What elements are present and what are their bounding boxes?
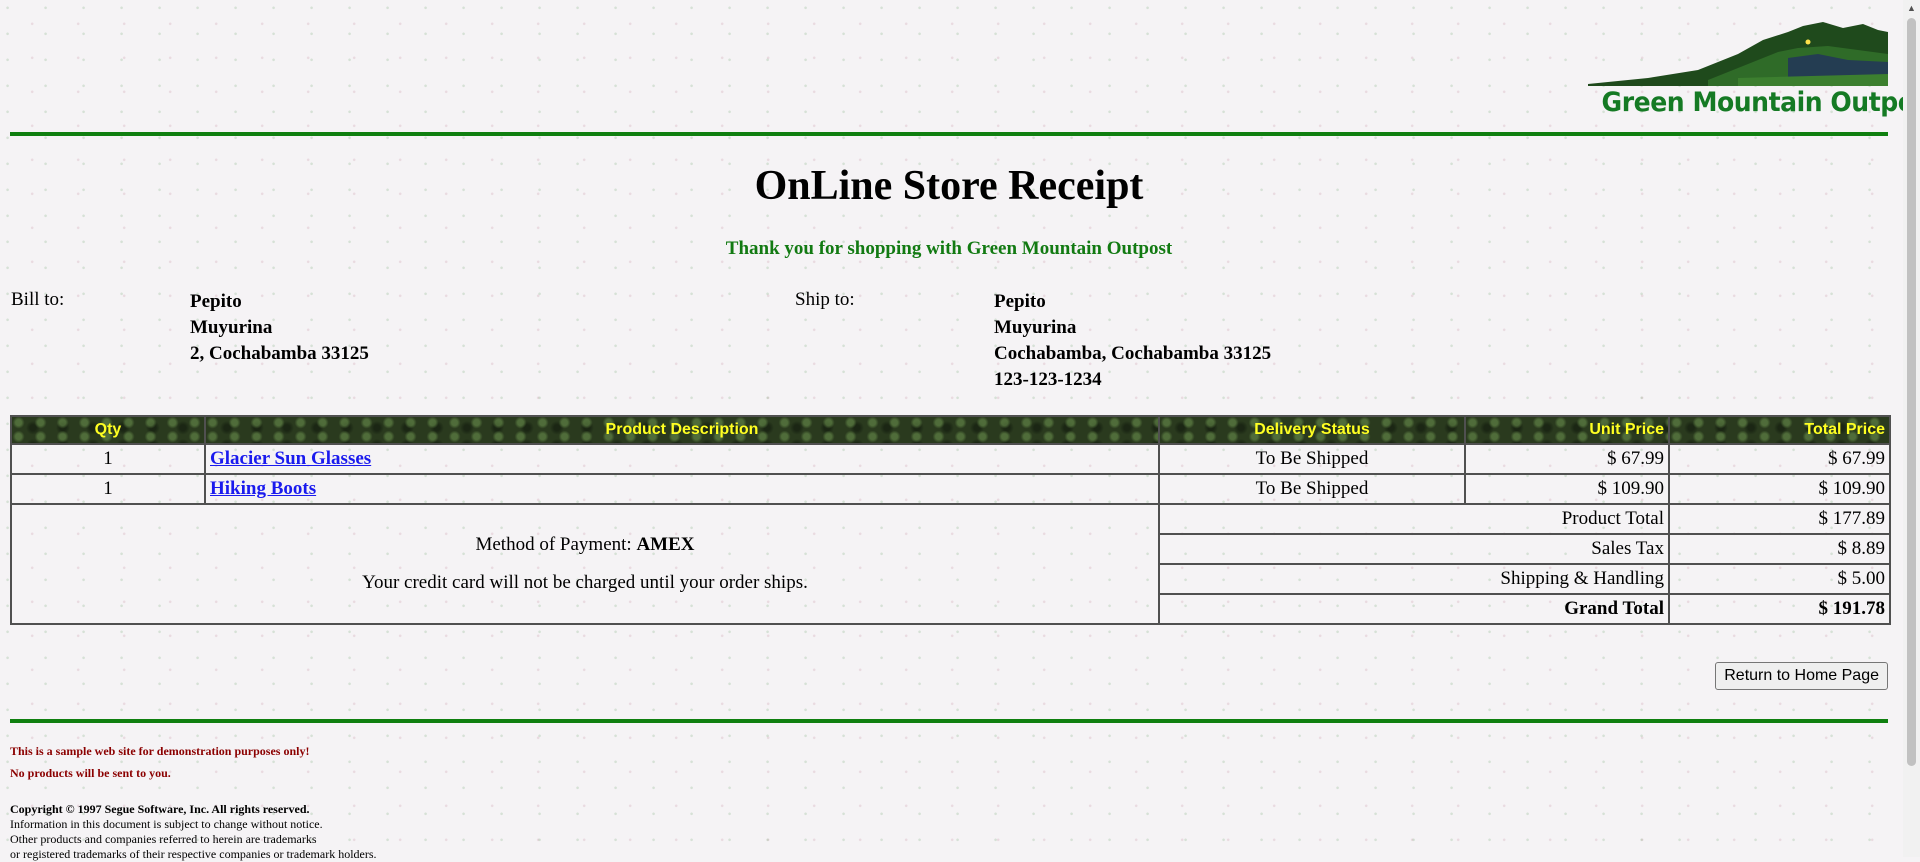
bill-to-line: Muyurina — [190, 317, 273, 338]
totals-row: Method of Payment: AMEX Your credit card… — [10, 503, 1891, 625]
bill-to-line: 2, Cochabamba 33125 — [190, 343, 369, 364]
ship-to-line: Muyurina — [994, 317, 1077, 338]
copyright-block: Copyright © 1997 Segue Software, Inc. Al… — [10, 802, 377, 862]
table-row: 1 Glacier Sun Glasses To Be Shipped $ 67… — [10, 443, 1891, 475]
product-link-hiking-boots[interactable]: Hiking Boots — [210, 478, 316, 499]
page-title: OnLine Store Receipt — [754, 163, 1144, 209]
unit-price-cell: $ 109.90 — [1464, 473, 1670, 505]
ship-to-address: Pepito Muyurina Cochabamba, Cochabamba 3… — [994, 289, 1271, 393]
header-delivery-status: Delivery Status — [1158, 415, 1466, 445]
ship-to-line: Cochabamba, Cochabamba 33125 — [994, 343, 1272, 364]
header-qty: Qty — [10, 415, 206, 445]
shipping-value: $ 5.00 — [1668, 563, 1891, 595]
payment-method-label: Method of Payment: — [475, 534, 632, 555]
delivery-status-cell: To Be Shipped — [1158, 443, 1466, 475]
notice-line: Other products and companies referred to… — [10, 832, 317, 846]
table-header-row: Qty Product Description Delivery Status … — [10, 415, 1891, 445]
bill-to-label: Bill to: — [11, 289, 65, 310]
header-divider — [10, 132, 1888, 136]
product-total-value: $ 177.89 — [1668, 503, 1891, 535]
payment-method-value: AMEX — [636, 534, 695, 555]
bill-to-address: Pepito Muyurina 2, Cochabamba 33125 — [190, 289, 369, 367]
total-price-cell: $ 109.90 — [1668, 473, 1891, 505]
receipt-table: Qty Product Description Delivery Status … — [10, 415, 1891, 625]
scroll-up-arrow-icon[interactable]: ▲ — [1903, 0, 1920, 17]
shipping-label: Shipping & Handling — [1158, 563, 1670, 595]
qty-cell: 1 — [10, 473, 206, 505]
return-home-button[interactable]: Return to Home Page — [1715, 662, 1888, 690]
store-logo[interactable]: Green Mountain Outpost — [1580, 18, 1920, 118]
mountain-logo-icon — [1588, 22, 1888, 86]
total-price-cell: $ 67.99 — [1668, 443, 1891, 475]
qty-cell: 1 — [10, 443, 206, 475]
product-link-glacier-sun-glasses[interactable]: Glacier Sun Glasses — [210, 448, 371, 469]
ship-to-line: Pepito — [994, 291, 1046, 312]
payment-method: Method of Payment: AMEX — [16, 534, 1154, 556]
thank-you-message: Thank you for shopping with Green Mounta… — [725, 238, 1173, 259]
copyright-line: Copyright © 1997 Segue Software, Inc. Al… — [10, 802, 310, 816]
payment-note: Your credit card will not be charged unt… — [362, 572, 808, 593]
disclaimer-demo: This is a sample web site for demonstrat… — [10, 744, 310, 758]
product-total-label: Product Total — [1158, 503, 1670, 535]
unit-price-cell: $ 67.99 — [1464, 443, 1670, 475]
description-cell: Glacier Sun Glasses — [204, 443, 1160, 475]
grand-total-value: $ 191.78 — [1668, 593, 1891, 625]
grand-total-label: Grand Total — [1158, 593, 1670, 625]
disclaimer-no-products: No products will be sent to you. — [10, 766, 171, 780]
table-row: 1 Hiking Boots To Be Shipped $ 109.90 $ … — [10, 473, 1891, 505]
sales-tax-label: Sales Tax — [1158, 533, 1670, 565]
scrollbar-thumb[interactable] — [1907, 18, 1916, 766]
payment-info: Method of Payment: AMEX Your credit card… — [10, 503, 1160, 625]
ship-to-line: 123-123-1234 — [994, 369, 1102, 390]
notice-line: or registered trademarks of their respec… — [10, 847, 377, 861]
description-cell: Hiking Boots — [204, 473, 1160, 505]
delivery-status-cell: To Be Shipped — [1158, 473, 1466, 505]
logo-text: Green Mountain Outpost — [1601, 87, 1920, 118]
header-description: Product Description — [204, 415, 1160, 445]
bill-to-line: Pepito — [190, 291, 242, 312]
header-unit-price: Unit Price — [1464, 415, 1670, 445]
sales-tax-value: $ 8.89 — [1668, 533, 1891, 565]
ship-to-label: Ship to: — [795, 289, 855, 310]
vertical-scrollbar[interactable]: ▲ — [1903, 0, 1920, 857]
notice-line: Information in this document is subject … — [10, 817, 323, 831]
footer-divider — [10, 719, 1888, 723]
header-total-price: Total Price — [1668, 415, 1891, 445]
